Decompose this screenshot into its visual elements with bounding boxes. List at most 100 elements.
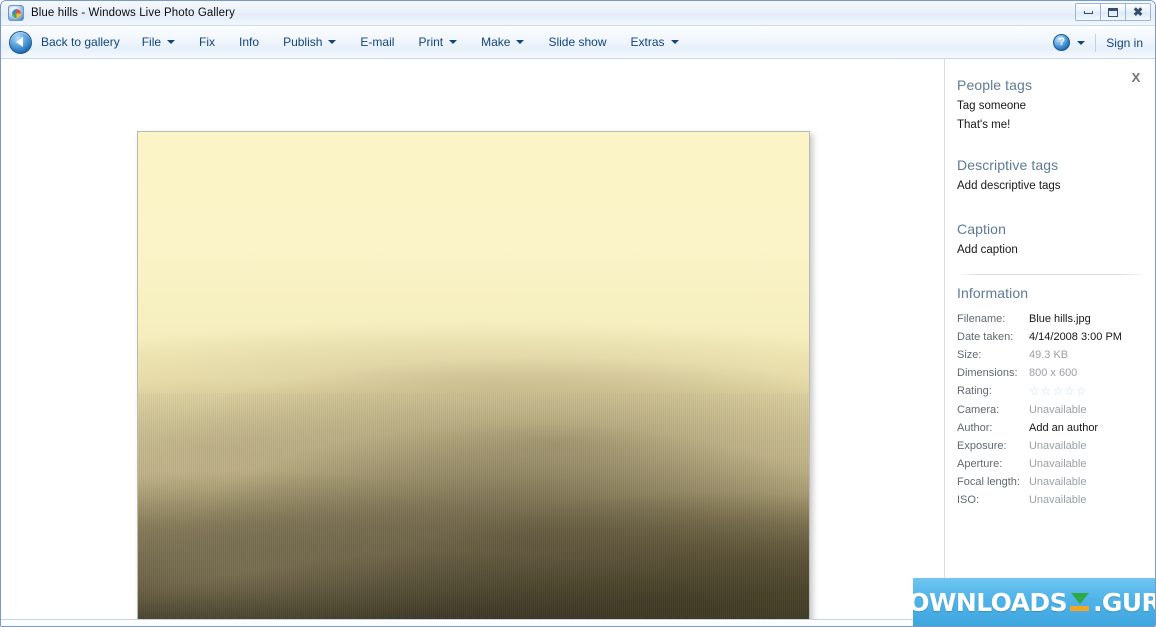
- menu-email[interactable]: E-mail: [348, 30, 406, 54]
- star-icon[interactable]: ☆: [1064, 385, 1075, 397]
- menu-fix[interactable]: Fix: [187, 30, 227, 54]
- star-icon[interactable]: ☆: [1041, 385, 1052, 397]
- info-row-value: Unavailable: [1029, 473, 1122, 491]
- info-row-value[interactable]: 4/14/2008 3:00 PM: [1029, 328, 1122, 346]
- photo-gallery-window: Blue hills - Windows Live Photo Gallery …: [0, 0, 1156, 627]
- tag-someone-link[interactable]: Tag someone: [957, 100, 1145, 112]
- menu-publish-label: Publish: [283, 35, 322, 49]
- information-heading: Information: [957, 285, 1145, 301]
- maximize-icon: [1108, 8, 1118, 17]
- menu-email-label: E-mail: [360, 35, 394, 49]
- maximize-button[interactable]: [1100, 3, 1126, 21]
- info-row-value[interactable]: Blue hills.jpg: [1029, 310, 1122, 328]
- menu-extras-label: Extras: [631, 35, 665, 49]
- menu-publish[interactable]: Publish: [271, 30, 348, 54]
- help-chevron-down-icon[interactable]: [1077, 41, 1085, 45]
- information-table: Filename:Blue hills.jpgDate taken:4/14/2…: [957, 310, 1122, 509]
- toolbar-divider: [1095, 34, 1096, 52]
- caption-heading: Caption: [957, 221, 1145, 237]
- rating-stars[interactable]: ☆☆☆☆☆: [1029, 385, 1087, 397]
- info-row: Size:49.3 KB: [957, 346, 1122, 364]
- info-row-value: Unavailable: [1029, 491, 1122, 509]
- menu-fix-label: Fix: [199, 35, 215, 49]
- main-toolbar: Back to gallery File Fix Info Publish E-…: [1, 26, 1155, 59]
- descriptive-tags-section: Descriptive tags Add descriptive tags: [957, 157, 1155, 192]
- info-row-value: 800 x 600: [1029, 364, 1122, 382]
- back-to-gallery-label: Back to gallery: [41, 35, 120, 49]
- info-row-key: Camera:: [957, 401, 1029, 419]
- star-icon[interactable]: ☆: [1076, 385, 1087, 397]
- info-panel: X People tags Tag someone That's me! Des…: [944, 59, 1155, 619]
- info-row-key: Exposure:: [957, 437, 1029, 455]
- menu-slide-show[interactable]: Slide show: [536, 30, 618, 54]
- close-icon: ✖: [1133, 6, 1143, 18]
- menu-extras[interactable]: Extras: [619, 30, 691, 54]
- menu-file[interactable]: File: [130, 30, 187, 54]
- thats-me-link[interactable]: That's me!: [957, 119, 1145, 131]
- info-row: Author:Add an author: [957, 419, 1122, 437]
- info-row: ISO:Unavailable: [957, 491, 1122, 509]
- menu-print-label: Print: [418, 35, 443, 49]
- info-row: Rating:☆☆☆☆☆: [957, 382, 1122, 401]
- chevron-down-icon: [449, 40, 457, 44]
- main-area: X People tags Tag someone That's me! Des…: [1, 59, 1155, 619]
- star-icon[interactable]: ☆: [1053, 385, 1064, 397]
- information-section: Information Filename:Blue hills.jpgDate …: [957, 285, 1155, 509]
- descriptive-tags-heading: Descriptive tags: [957, 157, 1145, 173]
- photo-gallery-icon: [8, 5, 24, 21]
- minimize-button[interactable]: [1075, 3, 1101, 21]
- info-row-value[interactable]: ☆☆☆☆☆: [1029, 382, 1122, 401]
- info-row: Camera:Unavailable: [957, 401, 1122, 419]
- photo-canvas[interactable]: [1, 59, 944, 619]
- people-tags-section: People tags Tag someone That's me!: [957, 77, 1155, 131]
- menu-file-label: File: [142, 35, 161, 49]
- menu-print[interactable]: Print: [406, 30, 469, 54]
- info-row-value: Unavailable: [1029, 455, 1122, 473]
- window-controls: ✖: [1075, 3, 1151, 21]
- toolbar-right-group: ? Sign in: [1053, 26, 1147, 59]
- info-row: Dimensions:800 x 600: [957, 364, 1122, 382]
- menu-info-label: Info: [239, 35, 259, 49]
- caption-section: Caption Add caption: [957, 221, 1155, 256]
- info-row: Focal length:Unavailable: [957, 473, 1122, 491]
- info-row-key: Size:: [957, 346, 1029, 364]
- info-row-key: Dimensions:: [957, 364, 1029, 382]
- photo-image[interactable]: [138, 132, 809, 619]
- close-button[interactable]: ✖: [1125, 3, 1151, 21]
- chevron-down-icon: [167, 40, 175, 44]
- info-row-key: Filename:: [957, 310, 1029, 328]
- info-row: Exposure:Unavailable: [957, 437, 1122, 455]
- title-bar: Blue hills - Windows Live Photo Gallery …: [1, 1, 1155, 26]
- info-row-value: Unavailable: [1029, 401, 1122, 419]
- chevron-down-icon: [671, 40, 679, 44]
- info-row: Aperture:Unavailable: [957, 455, 1122, 473]
- info-row-key: ISO:: [957, 491, 1029, 509]
- info-row-key: Aperture:: [957, 455, 1029, 473]
- menu-make-label: Make: [481, 35, 510, 49]
- info-row: Filename:Blue hills.jpg: [957, 310, 1122, 328]
- info-row-key: Focal length:: [957, 473, 1029, 491]
- status-bar: 1 of 4 ↺ ↻ ✕ −: [1, 619, 1155, 627]
- star-icon[interactable]: ☆: [1029, 385, 1040, 397]
- info-row-value: Unavailable: [1029, 437, 1122, 455]
- add-caption-link[interactable]: Add caption: [957, 244, 1145, 256]
- menu-info[interactable]: Info: [227, 30, 271, 54]
- photo-frame[interactable]: [137, 131, 810, 619]
- info-row-key: Author:: [957, 419, 1029, 437]
- panel-divider: [957, 274, 1147, 275]
- close-panel-button[interactable]: X: [1127, 68, 1145, 86]
- info-row-key: Rating:: [957, 382, 1029, 401]
- sign-in-button[interactable]: Sign in: [1106, 36, 1147, 50]
- menu-make[interactable]: Make: [469, 30, 536, 54]
- back-to-gallery-button[interactable]: Back to gallery: [9, 31, 130, 54]
- help-icon[interactable]: ?: [1053, 34, 1070, 51]
- status-tools: ↺ ↻ ✕ − +: [762, 620, 1143, 627]
- chevron-down-icon: [516, 40, 524, 44]
- info-row-value[interactable]: Add an author: [1029, 419, 1122, 437]
- info-row-key: Date taken:: [957, 328, 1029, 346]
- add-descriptive-tags-link[interactable]: Add descriptive tags: [957, 180, 1145, 192]
- menu-slide-show-label: Slide show: [548, 35, 606, 49]
- info-row: Date taken:4/14/2008 3:00 PM: [957, 328, 1122, 346]
- window-title: Blue hills - Windows Live Photo Gallery: [31, 7, 235, 19]
- people-tags-heading: People tags: [957, 77, 1145, 93]
